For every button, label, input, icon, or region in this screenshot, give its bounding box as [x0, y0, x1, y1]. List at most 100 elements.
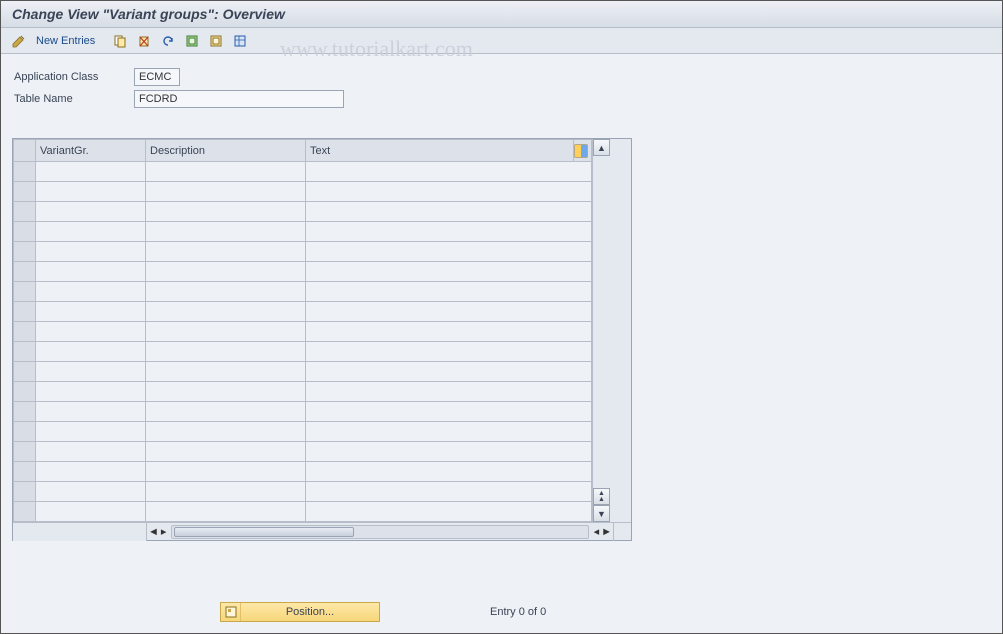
cell-description[interactable] — [146, 222, 306, 242]
cell-description[interactable] — [146, 382, 306, 402]
row-selector[interactable] — [14, 462, 36, 482]
cell-description[interactable] — [146, 182, 306, 202]
cell-text[interactable] — [306, 262, 592, 282]
row-selector[interactable] — [14, 322, 36, 342]
cell-variant[interactable] — [36, 222, 146, 242]
table-row[interactable] — [14, 482, 592, 502]
cell-text[interactable] — [306, 382, 592, 402]
table-row[interactable] — [14, 362, 592, 382]
cell-text[interactable] — [306, 442, 592, 462]
cell-variant[interactable] — [36, 482, 146, 502]
row-selector[interactable] — [14, 402, 36, 422]
cell-description[interactable] — [146, 462, 306, 482]
position-button[interactable]: Position... — [220, 602, 380, 622]
application-class-field[interactable] — [134, 68, 180, 86]
cell-description[interactable] — [146, 442, 306, 462]
horizontal-scrollbar[interactable]: ◄ ▸ ◂ ► — [13, 522, 631, 540]
cell-description[interactable] — [146, 322, 306, 342]
cell-description[interactable] — [146, 282, 306, 302]
row-selector[interactable] — [14, 342, 36, 362]
cell-variant[interactable] — [36, 282, 146, 302]
scroll-right-icon[interactable]: ► — [601, 526, 612, 538]
row-selector[interactable] — [14, 362, 36, 382]
table-row[interactable] — [14, 182, 592, 202]
cell-text[interactable] — [306, 302, 592, 322]
cell-description[interactable] — [146, 262, 306, 282]
vscroll-track[interactable] — [593, 156, 610, 488]
scroll-right-step-icon[interactable]: ◂ — [594, 525, 600, 538]
table-row[interactable] — [14, 422, 592, 442]
configure-columns-icon[interactable] — [574, 140, 592, 162]
row-selector[interactable] — [14, 182, 36, 202]
cell-variant[interactable] — [36, 322, 146, 342]
cell-variant[interactable] — [36, 162, 146, 182]
row-selector[interactable] — [14, 482, 36, 502]
table-row[interactable] — [14, 502, 592, 522]
row-selector[interactable] — [14, 382, 36, 402]
select-all-icon[interactable] — [183, 32, 201, 50]
cell-description[interactable] — [146, 342, 306, 362]
vertical-scrollbar[interactable]: ▲ ▲▲ ▼ — [592, 139, 610, 522]
scroll-down-dbl-icon[interactable]: ▲▲ — [593, 488, 610, 505]
cell-description[interactable] — [146, 162, 306, 182]
table-name-field[interactable] — [134, 90, 344, 108]
table-row[interactable] — [14, 262, 592, 282]
cell-description[interactable] — [146, 362, 306, 382]
scroll-left-step-icon[interactable]: ▸ — [161, 525, 167, 538]
cell-text[interactable] — [306, 182, 592, 202]
new-entries-button[interactable]: New Entries — [36, 35, 95, 47]
table-row[interactable] — [14, 442, 592, 462]
cell-text[interactable] — [306, 482, 592, 502]
deselect-all-icon[interactable] — [207, 32, 225, 50]
cell-variant[interactable] — [36, 462, 146, 482]
cell-description[interactable] — [146, 202, 306, 222]
row-selector[interactable] — [14, 302, 36, 322]
cell-description[interactable] — [146, 402, 306, 422]
delete-icon[interactable] — [135, 32, 153, 50]
hscroll-thumb[interactable] — [174, 527, 354, 537]
cell-text[interactable] — [306, 342, 592, 362]
column-header-text[interactable]: Text — [306, 140, 574, 162]
row-selector[interactable] — [14, 502, 36, 522]
row-selector[interactable] — [14, 242, 36, 262]
cell-variant[interactable] — [36, 202, 146, 222]
row-selector[interactable] — [14, 282, 36, 302]
cell-description[interactable] — [146, 482, 306, 502]
table-row[interactable] — [14, 202, 592, 222]
copy-icon[interactable] — [111, 32, 129, 50]
cell-variant[interactable] — [36, 382, 146, 402]
cell-text[interactable] — [306, 202, 592, 222]
scroll-up-icon[interactable]: ▲ — [593, 139, 610, 156]
table-row[interactable] — [14, 222, 592, 242]
toggle-view-icon[interactable] — [10, 32, 28, 50]
row-selector[interactable] — [14, 442, 36, 462]
scroll-left-icon[interactable]: ◄ — [148, 526, 159, 538]
scroll-down-icon[interactable]: ▼ — [593, 505, 610, 522]
cell-text[interactable] — [306, 222, 592, 242]
cell-text[interactable] — [306, 162, 592, 182]
cell-text[interactable] — [306, 422, 592, 442]
table-row[interactable] — [14, 322, 592, 342]
cell-text[interactable] — [306, 362, 592, 382]
cell-variant[interactable] — [36, 342, 146, 362]
row-selector[interactable] — [14, 162, 36, 182]
table-row[interactable] — [14, 282, 592, 302]
cell-text[interactable] — [306, 502, 592, 522]
cell-description[interactable] — [146, 502, 306, 522]
table-row[interactable] — [14, 302, 592, 322]
undo-icon[interactable] — [159, 32, 177, 50]
cell-variant[interactable] — [36, 402, 146, 422]
cell-variant[interactable] — [36, 502, 146, 522]
table-row[interactable] — [14, 402, 592, 422]
row-selector-header[interactable] — [14, 140, 36, 162]
cell-description[interactable] — [146, 302, 306, 322]
table-settings-icon[interactable] — [231, 32, 249, 50]
row-selector[interactable] — [14, 202, 36, 222]
cell-variant[interactable] — [36, 362, 146, 382]
table-row[interactable] — [14, 342, 592, 362]
column-header-description[interactable]: Description — [146, 140, 306, 162]
cell-variant[interactable] — [36, 262, 146, 282]
cell-text[interactable] — [306, 402, 592, 422]
cell-variant[interactable] — [36, 242, 146, 262]
row-selector[interactable] — [14, 422, 36, 442]
